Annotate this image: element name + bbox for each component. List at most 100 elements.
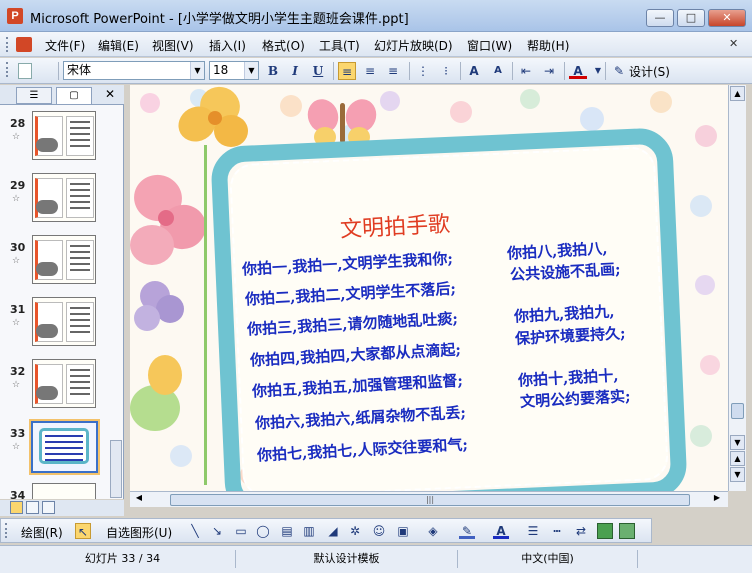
draw-menu-button[interactable]: 绘图(R) bbox=[21, 524, 63, 541]
maximize-button[interactable]: □ bbox=[677, 9, 705, 27]
outline-tab[interactable]: ☰ bbox=[16, 87, 52, 104]
font-name-combo[interactable]: 宋体 ▼ bbox=[63, 61, 205, 80]
italic-icon[interactable]: I bbox=[286, 62, 304, 80]
chevron-down-icon[interactable]: ▼ bbox=[190, 62, 204, 79]
bold-icon[interactable]: B bbox=[264, 62, 282, 80]
transition-star-icon: ☆ bbox=[12, 256, 21, 266]
powerpoint-icon: P bbox=[7, 8, 23, 24]
transition-star-icon: ☆ bbox=[12, 380, 21, 390]
slide-canvas[interactable]: 文明拍手歌 你拍一,我拍一,文明学生我和你; 你拍二,我拍二,文明学生不落后; … bbox=[130, 85, 728, 491]
new-icon[interactable] bbox=[18, 63, 32, 79]
next-slide-icon[interactable]: ▼ bbox=[730, 467, 745, 482]
scroll-down-icon[interactable]: ▼ bbox=[730, 435, 745, 450]
menu-window[interactable]: 窗口(W) bbox=[467, 37, 512, 54]
document-close-icon[interactable]: ✕ bbox=[729, 37, 738, 50]
slide-thumbnail[interactable] bbox=[32, 359, 96, 408]
slide-number: 29 bbox=[10, 179, 26, 192]
menu-slideshow[interactable]: 幻灯片放映(D) bbox=[374, 37, 453, 54]
3d-style-icon[interactable] bbox=[619, 523, 635, 539]
slide-thumbnail-selected[interactable] bbox=[29, 419, 100, 475]
textbox-icon[interactable]: ▤ bbox=[279, 523, 295, 539]
decrease-indent-icon[interactable]: ⇤ bbox=[517, 62, 535, 80]
select-pointer-icon[interactable]: ↖ bbox=[75, 523, 91, 539]
toolbar-grip[interactable] bbox=[6, 62, 9, 77]
slide-thumbnail[interactable] bbox=[32, 111, 96, 160]
diagram-icon[interactable]: ✲ bbox=[347, 523, 363, 539]
toolbar-separator bbox=[460, 62, 461, 80]
menu-bar: 文件(F) 编辑(E) 视图(V) 插入(I) 格式(O) 工具(T) 幻灯片放… bbox=[0, 32, 752, 57]
font-color-icon[interactable]: A bbox=[493, 523, 509, 539]
slideshow-icon[interactable] bbox=[42, 501, 55, 514]
scrollbar-thumb[interactable]: ||| bbox=[170, 494, 690, 506]
slide-title[interactable]: 文明拍手歌 bbox=[339, 206, 451, 244]
close-icon[interactable]: ✕ bbox=[105, 87, 115, 101]
align-left-icon[interactable]: ≡ bbox=[338, 62, 356, 80]
slides-tab[interactable]: ▢ bbox=[56, 87, 92, 104]
numbering-icon[interactable]: ⋮ bbox=[414, 62, 432, 80]
slide-thumbnail[interactable] bbox=[32, 483, 96, 499]
title-bar: P Microsoft PowerPoint - [小学学做文明小学生主题班会课… bbox=[0, 0, 752, 32]
menu-edit[interactable]: 编辑(E) bbox=[98, 37, 139, 54]
slide-number: 28 bbox=[10, 117, 26, 130]
horizontal-scrollbar[interactable]: ◀ ||| ▶ bbox=[130, 491, 728, 507]
line-color-icon[interactable]: ✎ bbox=[459, 523, 475, 539]
chevron-down-icon[interactable]: ▼ bbox=[244, 62, 258, 79]
transition-star-icon: ☆ bbox=[12, 442, 21, 452]
vertical-textbox-icon[interactable]: ▥ bbox=[301, 523, 317, 539]
toolbar-separator bbox=[333, 62, 334, 80]
toolbar-grip[interactable] bbox=[5, 523, 8, 538]
line-icon[interactable]: ╲ bbox=[187, 523, 203, 539]
shadow-icon[interactable] bbox=[597, 523, 613, 539]
oval-icon[interactable]: ◯ bbox=[255, 523, 271, 539]
dash-style-icon[interactable]: ┅ bbox=[549, 523, 565, 539]
arrow-icon[interactable]: ↘ bbox=[209, 523, 225, 539]
align-right-icon[interactable]: ≡ bbox=[384, 62, 402, 80]
document-icon[interactable] bbox=[16, 37, 32, 52]
menu-tools[interactable]: 工具(T) bbox=[319, 37, 360, 54]
slide-thumbnail[interactable] bbox=[32, 235, 96, 284]
menu-insert[interactable]: 插入(I) bbox=[209, 37, 246, 54]
pane-tabs: ☰ ▢ ✕ bbox=[0, 85, 124, 105]
pane-scrollbar[interactable] bbox=[110, 440, 122, 498]
view-buttons bbox=[0, 500, 124, 516]
increase-font-icon[interactable]: A bbox=[465, 62, 483, 80]
toolbar-separator bbox=[58, 62, 59, 80]
transition-star-icon: ☆ bbox=[12, 318, 21, 328]
bullets-icon[interactable]: ⁝ bbox=[437, 62, 455, 80]
autoshapes-button[interactable]: 自选图形(U) bbox=[106, 524, 172, 541]
decrease-font-icon[interactable]: A bbox=[489, 62, 507, 80]
design-button[interactable]: 设计(S) bbox=[629, 63, 670, 80]
slide-thumbnail[interactable] bbox=[32, 173, 96, 222]
minimize-button[interactable]: — bbox=[646, 9, 674, 27]
normal-view-icon[interactable] bbox=[10, 501, 23, 514]
scroll-right-icon[interactable]: ▶ bbox=[710, 493, 724, 506]
slide-thumbnail[interactable] bbox=[32, 297, 96, 346]
slide-sorter-icon[interactable] bbox=[26, 501, 39, 514]
arrow-style-icon[interactable]: ⇄ bbox=[573, 523, 589, 539]
design-icon[interactable]: ✎ bbox=[610, 62, 628, 80]
scroll-up-icon[interactable]: ▲ bbox=[730, 86, 745, 101]
menu-format[interactable]: 格式(O) bbox=[262, 37, 305, 54]
font-size-combo[interactable]: 18 ▼ bbox=[209, 61, 259, 80]
scroll-left-icon[interactable]: ◀ bbox=[132, 493, 146, 506]
language-indicator: 中文(中国) bbox=[458, 550, 638, 568]
menu-view[interactable]: 视图(V) bbox=[152, 37, 194, 54]
underline-icon[interactable]: U bbox=[309, 62, 327, 80]
menu-help[interactable]: 帮助(H) bbox=[527, 37, 569, 54]
fill-color-icon[interactable]: ◈ bbox=[425, 523, 441, 539]
rectangle-icon[interactable]: ▭ bbox=[233, 523, 249, 539]
scrollbar-thumb[interactable] bbox=[731, 403, 744, 419]
align-center-icon[interactable]: ≡ bbox=[361, 62, 379, 80]
close-button[interactable]: ✕ bbox=[708, 9, 746, 27]
menu-file[interactable]: 文件(F) bbox=[45, 37, 85, 54]
toolbar-grip[interactable] bbox=[6, 37, 9, 52]
wordart-icon[interactable]: ◢ bbox=[325, 523, 341, 539]
font-color-icon[interactable]: A bbox=[569, 62, 587, 79]
previous-slide-icon[interactable]: ▲ bbox=[730, 451, 745, 466]
clipart-icon[interactable]: ☺ bbox=[371, 523, 387, 539]
transition-star-icon: ☆ bbox=[12, 132, 21, 142]
increase-indent-icon[interactable]: ⇥ bbox=[540, 62, 558, 80]
vertical-scrollbar[interactable]: ▲ ▼ ▲ ▼ bbox=[728, 85, 746, 491]
picture-icon[interactable]: ▣ bbox=[395, 523, 411, 539]
line-style-icon[interactable]: ☰ bbox=[525, 523, 541, 539]
